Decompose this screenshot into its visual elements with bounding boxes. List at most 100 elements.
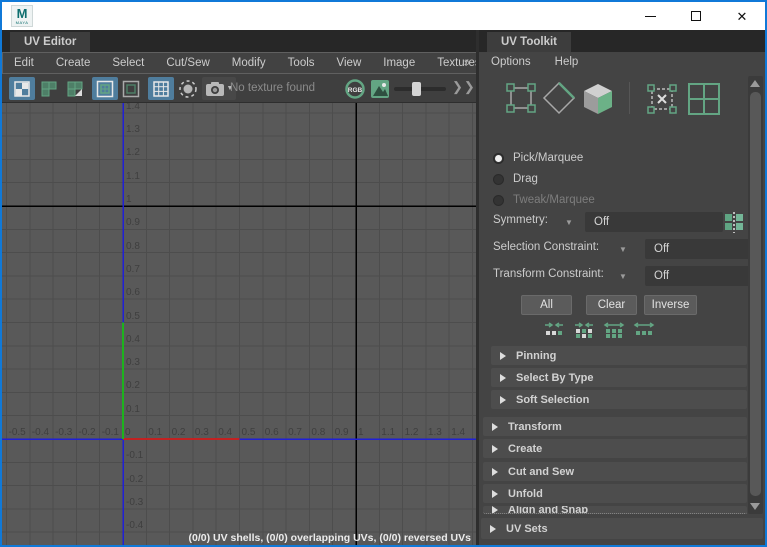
- symmetry-value-field[interactable]: Off: [585, 212, 723, 232]
- axis-tick-label: 0.6: [265, 427, 279, 438]
- radio-icon: [493, 153, 504, 164]
- uv-mode-button[interactable]: [643, 80, 681, 123]
- shaded-shells-icon: [40, 80, 58, 98]
- select-inverse-button[interactable]: Inverse: [644, 295, 697, 315]
- maya-window: M MAYA ✕ UV Editor Edit Create Select Cu…: [0, 0, 767, 547]
- section-cut-and-sew[interactable]: Cut and Sew: [483, 462, 747, 481]
- channel-rgb-button[interactable]: RGB: [342, 77, 368, 100]
- axis-tick-label: 0.8: [126, 241, 140, 252]
- radio-label: Pick/Marquee: [513, 152, 583, 164]
- expand-arrow-icon: [500, 352, 506, 360]
- grid-toggle-button[interactable]: [148, 77, 174, 100]
- menu-modify[interactable]: Modify: [221, 57, 277, 69]
- menu-select[interactable]: Select: [101, 57, 155, 69]
- section-unfold[interactable]: Unfold: [483, 484, 747, 503]
- tab-uv-editor[interactable]: UV Editor: [10, 32, 90, 52]
- axis-tick-label: -0.1: [102, 427, 119, 438]
- titlebar: M MAYA ✕: [2, 2, 765, 30]
- section-label: Cut and Sew: [508, 466, 574, 478]
- selection-constraint-dropdown-icon[interactable]: ▼: [619, 245, 627, 254]
- section-soft-selection[interactable]: Soft Selection: [491, 390, 747, 409]
- scrollbar-thumb[interactable]: [750, 92, 761, 496]
- image-display-button[interactable]: [367, 77, 393, 100]
- section-label: UV Sets: [506, 523, 548, 535]
- menu-overflow-icon[interactable]: »: [464, 57, 470, 69]
- svg-text:RGB: RGB: [348, 87, 363, 94]
- toolbar-expand-icon[interactable]: ❯❯: [452, 79, 476, 95]
- symmetry-icon[interactable]: [723, 211, 746, 234]
- display-distortion-button[interactable]: [62, 77, 88, 100]
- section-label: Transform: [508, 421, 562, 433]
- axis-tick-label: 0.2: [172, 427, 186, 438]
- shell-borders-icon: [122, 80, 140, 98]
- slider-handle[interactable]: [412, 82, 421, 96]
- section-align-and-snap[interactable]: Align and Snap: [483, 506, 747, 514]
- shrink-selection-grid-icon[interactable]: [573, 321, 595, 338]
- menu-help[interactable]: Help: [543, 56, 591, 68]
- selection-constraint-value-field[interactable]: Off: [645, 239, 750, 259]
- maximize-button[interactable]: [673, 2, 719, 30]
- uv-grid: [2, 103, 476, 547]
- section-label: Soft Selection: [516, 394, 589, 406]
- toolkit-scrollbar[interactable]: [748, 76, 763, 514]
- icon-divider: [629, 82, 630, 114]
- maximize-icon: [691, 11, 701, 21]
- tab-uv-toolkit[interactable]: UV Toolkit: [487, 32, 571, 52]
- radio-tweak-marquee: Tweak/Marquee: [493, 192, 595, 208]
- uv-canvas[interactable]: (0/0) UV shells, (0/0) overlapping UVs, …: [2, 103, 476, 547]
- axis-tick-label: 1.3: [428, 427, 442, 438]
- shell-mode-button[interactable]: [685, 80, 723, 123]
- display-shaded-button[interactable]: [36, 77, 62, 100]
- display-checkered-button[interactable]: [9, 77, 35, 100]
- vertex-mode-button[interactable]: [503, 80, 539, 121]
- axis-tick-label: 0.6: [126, 287, 140, 298]
- section-transform[interactable]: Transform: [483, 417, 747, 436]
- texture-borders-button[interactable]: [92, 77, 118, 100]
- uv-shell-icon: [685, 80, 723, 118]
- texture-borders-icon: [96, 80, 114, 98]
- shell-borders-button[interactable]: [118, 77, 144, 100]
- radio-drag[interactable]: Drag: [493, 171, 538, 187]
- image-dim-slider[interactable]: [394, 87, 446, 91]
- axis-tick-label: 0.5: [242, 427, 256, 438]
- menu-options[interactable]: Options: [479, 56, 543, 68]
- menu-create[interactable]: Create: [45, 57, 102, 69]
- menu-view[interactable]: View: [326, 57, 373, 69]
- uv-status-line: (0/0) UV shells, (0/0) overlapping UVs, …: [189, 532, 471, 544]
- scroll-down-icon[interactable]: [750, 503, 760, 510]
- expand-arrow-icon: [492, 445, 498, 453]
- select-all-button[interactable]: All: [521, 295, 572, 315]
- close-icon: ✕: [737, 10, 748, 23]
- no-texture-label: No texture found: [230, 82, 315, 94]
- image-mountain-icon: [370, 79, 390, 99]
- section-uv-sets[interactable]: UV Sets: [481, 518, 763, 539]
- minimize-button[interactable]: [627, 2, 673, 30]
- menu-cut-sew[interactable]: Cut/Sew: [155, 57, 220, 69]
- grow-selection-grid-icon[interactable]: [603, 321, 625, 338]
- grow-selection-icon[interactable]: [633, 321, 655, 338]
- transform-constraint-dropdown-icon[interactable]: ▼: [619, 272, 627, 281]
- pixel-snap-button[interactable]: [175, 77, 201, 100]
- menu-image[interactable]: Image: [372, 57, 426, 69]
- axis-tick-label: 0.1: [148, 427, 162, 438]
- symmetry-dropdown-icon[interactable]: ▼: [565, 218, 573, 227]
- section-pinning[interactable]: Pinning: [491, 346, 747, 365]
- select-clear-button[interactable]: Clear: [586, 295, 637, 315]
- close-button[interactable]: ✕: [719, 2, 765, 30]
- transform-constraint-value-field[interactable]: Off: [645, 266, 750, 286]
- section-create[interactable]: Create: [483, 439, 747, 458]
- axis-tick-label: 0.7: [126, 264, 140, 275]
- face-mode-button[interactable]: [579, 80, 617, 123]
- scroll-up-icon[interactable]: [750, 80, 760, 87]
- menu-tools[interactable]: Tools: [277, 57, 326, 69]
- shrink-selection-icon[interactable]: [543, 321, 565, 338]
- axis-tick-label: -0.4: [32, 427, 49, 438]
- transform-constraint-row: Transform Constraint: ▼ Off: [493, 268, 753, 286]
- axis-tick-label: 0.1: [126, 404, 140, 415]
- section-select-by-type[interactable]: Select By Type: [491, 368, 747, 387]
- maya-logo-sub: MAYA: [16, 20, 29, 25]
- uv-editor-menubar: Edit Create Select Cut/Sew Modify Tools …: [2, 52, 479, 74]
- edge-mode-button[interactable]: [541, 80, 577, 121]
- radio-pick-marquee[interactable]: Pick/Marquee: [493, 150, 583, 166]
- menu-edit[interactable]: Edit: [3, 57, 45, 69]
